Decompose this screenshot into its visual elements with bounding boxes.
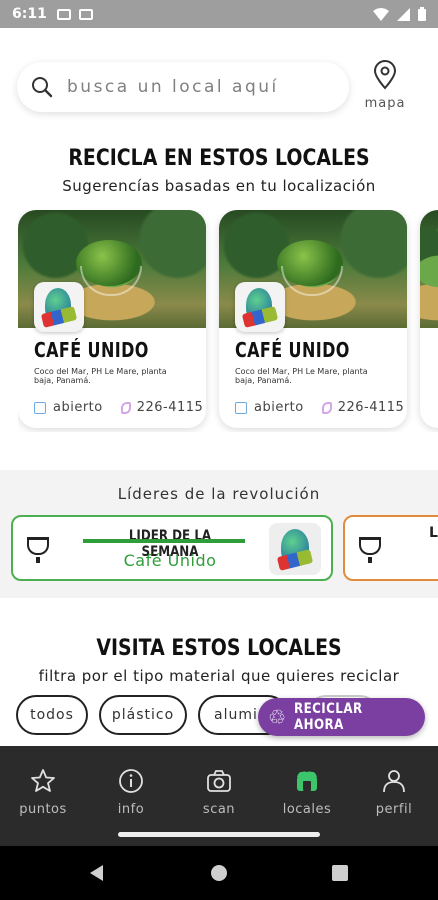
nav-item-locales[interactable]: locales bbox=[272, 768, 342, 817]
card-icon bbox=[78, 8, 93, 20]
nav-item-info[interactable]: info bbox=[96, 768, 166, 817]
bottom-navigation: puntos info scan locales perfil bbox=[0, 746, 438, 846]
person-icon bbox=[383, 770, 405, 793]
recycle-now-label: RECICLAR AHORA bbox=[294, 701, 363, 733]
location-status: abierto bbox=[254, 400, 304, 415]
leader-of-week-card[interactable]: LIDER DE LA SEMANA Café Unido bbox=[11, 515, 333, 581]
store-logo bbox=[235, 282, 285, 332]
phone-icon bbox=[120, 401, 131, 414]
map-button[interactable]: mapa bbox=[361, 60, 409, 116]
trophy-icon bbox=[359, 537, 381, 563]
phone-icon bbox=[321, 401, 332, 414]
signal-icon bbox=[397, 7, 410, 21]
search-icon bbox=[32, 77, 53, 98]
nav-item-scan[interactable]: scan bbox=[184, 768, 254, 817]
location-carousel[interactable]: CAFÉ UNIDO Coco del Mar, PH Le Mare, pla… bbox=[18, 210, 438, 432]
nav-item-perfil[interactable]: perfil bbox=[359, 768, 429, 817]
gallery-icon bbox=[56, 8, 71, 20]
leader-card-partial[interactable]: L bbox=[343, 515, 438, 581]
leader-logo bbox=[269, 523, 321, 575]
location-address: Coco del Mar, PH Le Mare, planta baja, P… bbox=[34, 367, 167, 385]
recycle-section-subtitle: Sugerencías basadas en tu localización bbox=[62, 177, 376, 195]
back-icon[interactable] bbox=[88, 864, 106, 882]
chip-todos[interactable]: todos bbox=[16, 695, 88, 735]
leaders-title: Líderes de la revolución bbox=[117, 485, 321, 503]
battery-icon bbox=[418, 7, 426, 21]
location-card-partial[interactable] bbox=[420, 210, 438, 428]
recents-icon[interactable] bbox=[331, 864, 349, 882]
trophy-icon bbox=[27, 537, 49, 563]
info-icon bbox=[119, 769, 143, 793]
wifi-icon bbox=[373, 7, 389, 21]
location-phone[interactable]: 226-4115 bbox=[137, 400, 204, 415]
recycle-icon: ♲ bbox=[268, 705, 287, 729]
visit-section-subtitle: filtra por el tipo material que quieres … bbox=[38, 667, 400, 685]
leader-highlight-bar bbox=[83, 539, 245, 543]
map-label: mapa bbox=[364, 96, 406, 111]
recycle-now-button[interactable]: ♲ RECICLAR AHORA bbox=[258, 698, 425, 736]
leader-name: Café Unido bbox=[123, 551, 217, 570]
map-pin-icon bbox=[373, 60, 397, 90]
nav-label-perfil: perfil bbox=[375, 802, 413, 817]
home-indicator bbox=[118, 832, 320, 837]
camera-icon bbox=[207, 770, 231, 792]
home-icon[interactable] bbox=[210, 864, 228, 882]
status-bar: 6:11 bbox=[0, 0, 438, 28]
location-name: CAFÉ UNIDO bbox=[34, 338, 149, 362]
nav-label-puntos: puntos bbox=[19, 802, 67, 817]
location-card[interactable]: CAFÉ UNIDO Coco del Mar, PH Le Mare, pla… bbox=[219, 210, 407, 428]
location-address: Coco del Mar, PH Le Mare, planta baja, P… bbox=[235, 367, 368, 385]
star-icon bbox=[31, 769, 55, 792]
location-status: abierto bbox=[53, 400, 103, 415]
location-phone[interactable]: 226-4115 bbox=[338, 400, 405, 415]
calendar-icon bbox=[34, 401, 46, 414]
search-bar[interactable] bbox=[17, 62, 349, 112]
nav-label-locales: locales bbox=[282, 802, 332, 817]
recycle-section-title: RECICLA EN ESTOS LOCALES bbox=[68, 146, 370, 171]
status-time: 6:11 bbox=[12, 6, 47, 22]
leader-peek-label: L bbox=[429, 525, 438, 541]
system-navigation-bar bbox=[0, 846, 438, 900]
location-photo bbox=[420, 210, 438, 328]
store-icon bbox=[297, 771, 317, 791]
nav-item-puntos[interactable]: puntos bbox=[8, 768, 78, 817]
nav-label-info: info bbox=[117, 802, 145, 817]
calendar-icon bbox=[235, 401, 247, 414]
nav-label-scan: scan bbox=[202, 802, 236, 817]
location-name: CAFÉ UNIDO bbox=[235, 338, 350, 362]
visit-section-title: VISITA ESTOS LOCALES bbox=[96, 636, 342, 661]
location-card[interactable]: CAFÉ UNIDO Coco del Mar, PH Le Mare, pla… bbox=[18, 210, 206, 428]
chip-plastico[interactable]: plástico bbox=[99, 695, 187, 735]
store-logo bbox=[34, 282, 84, 332]
search-input[interactable] bbox=[67, 77, 317, 97]
